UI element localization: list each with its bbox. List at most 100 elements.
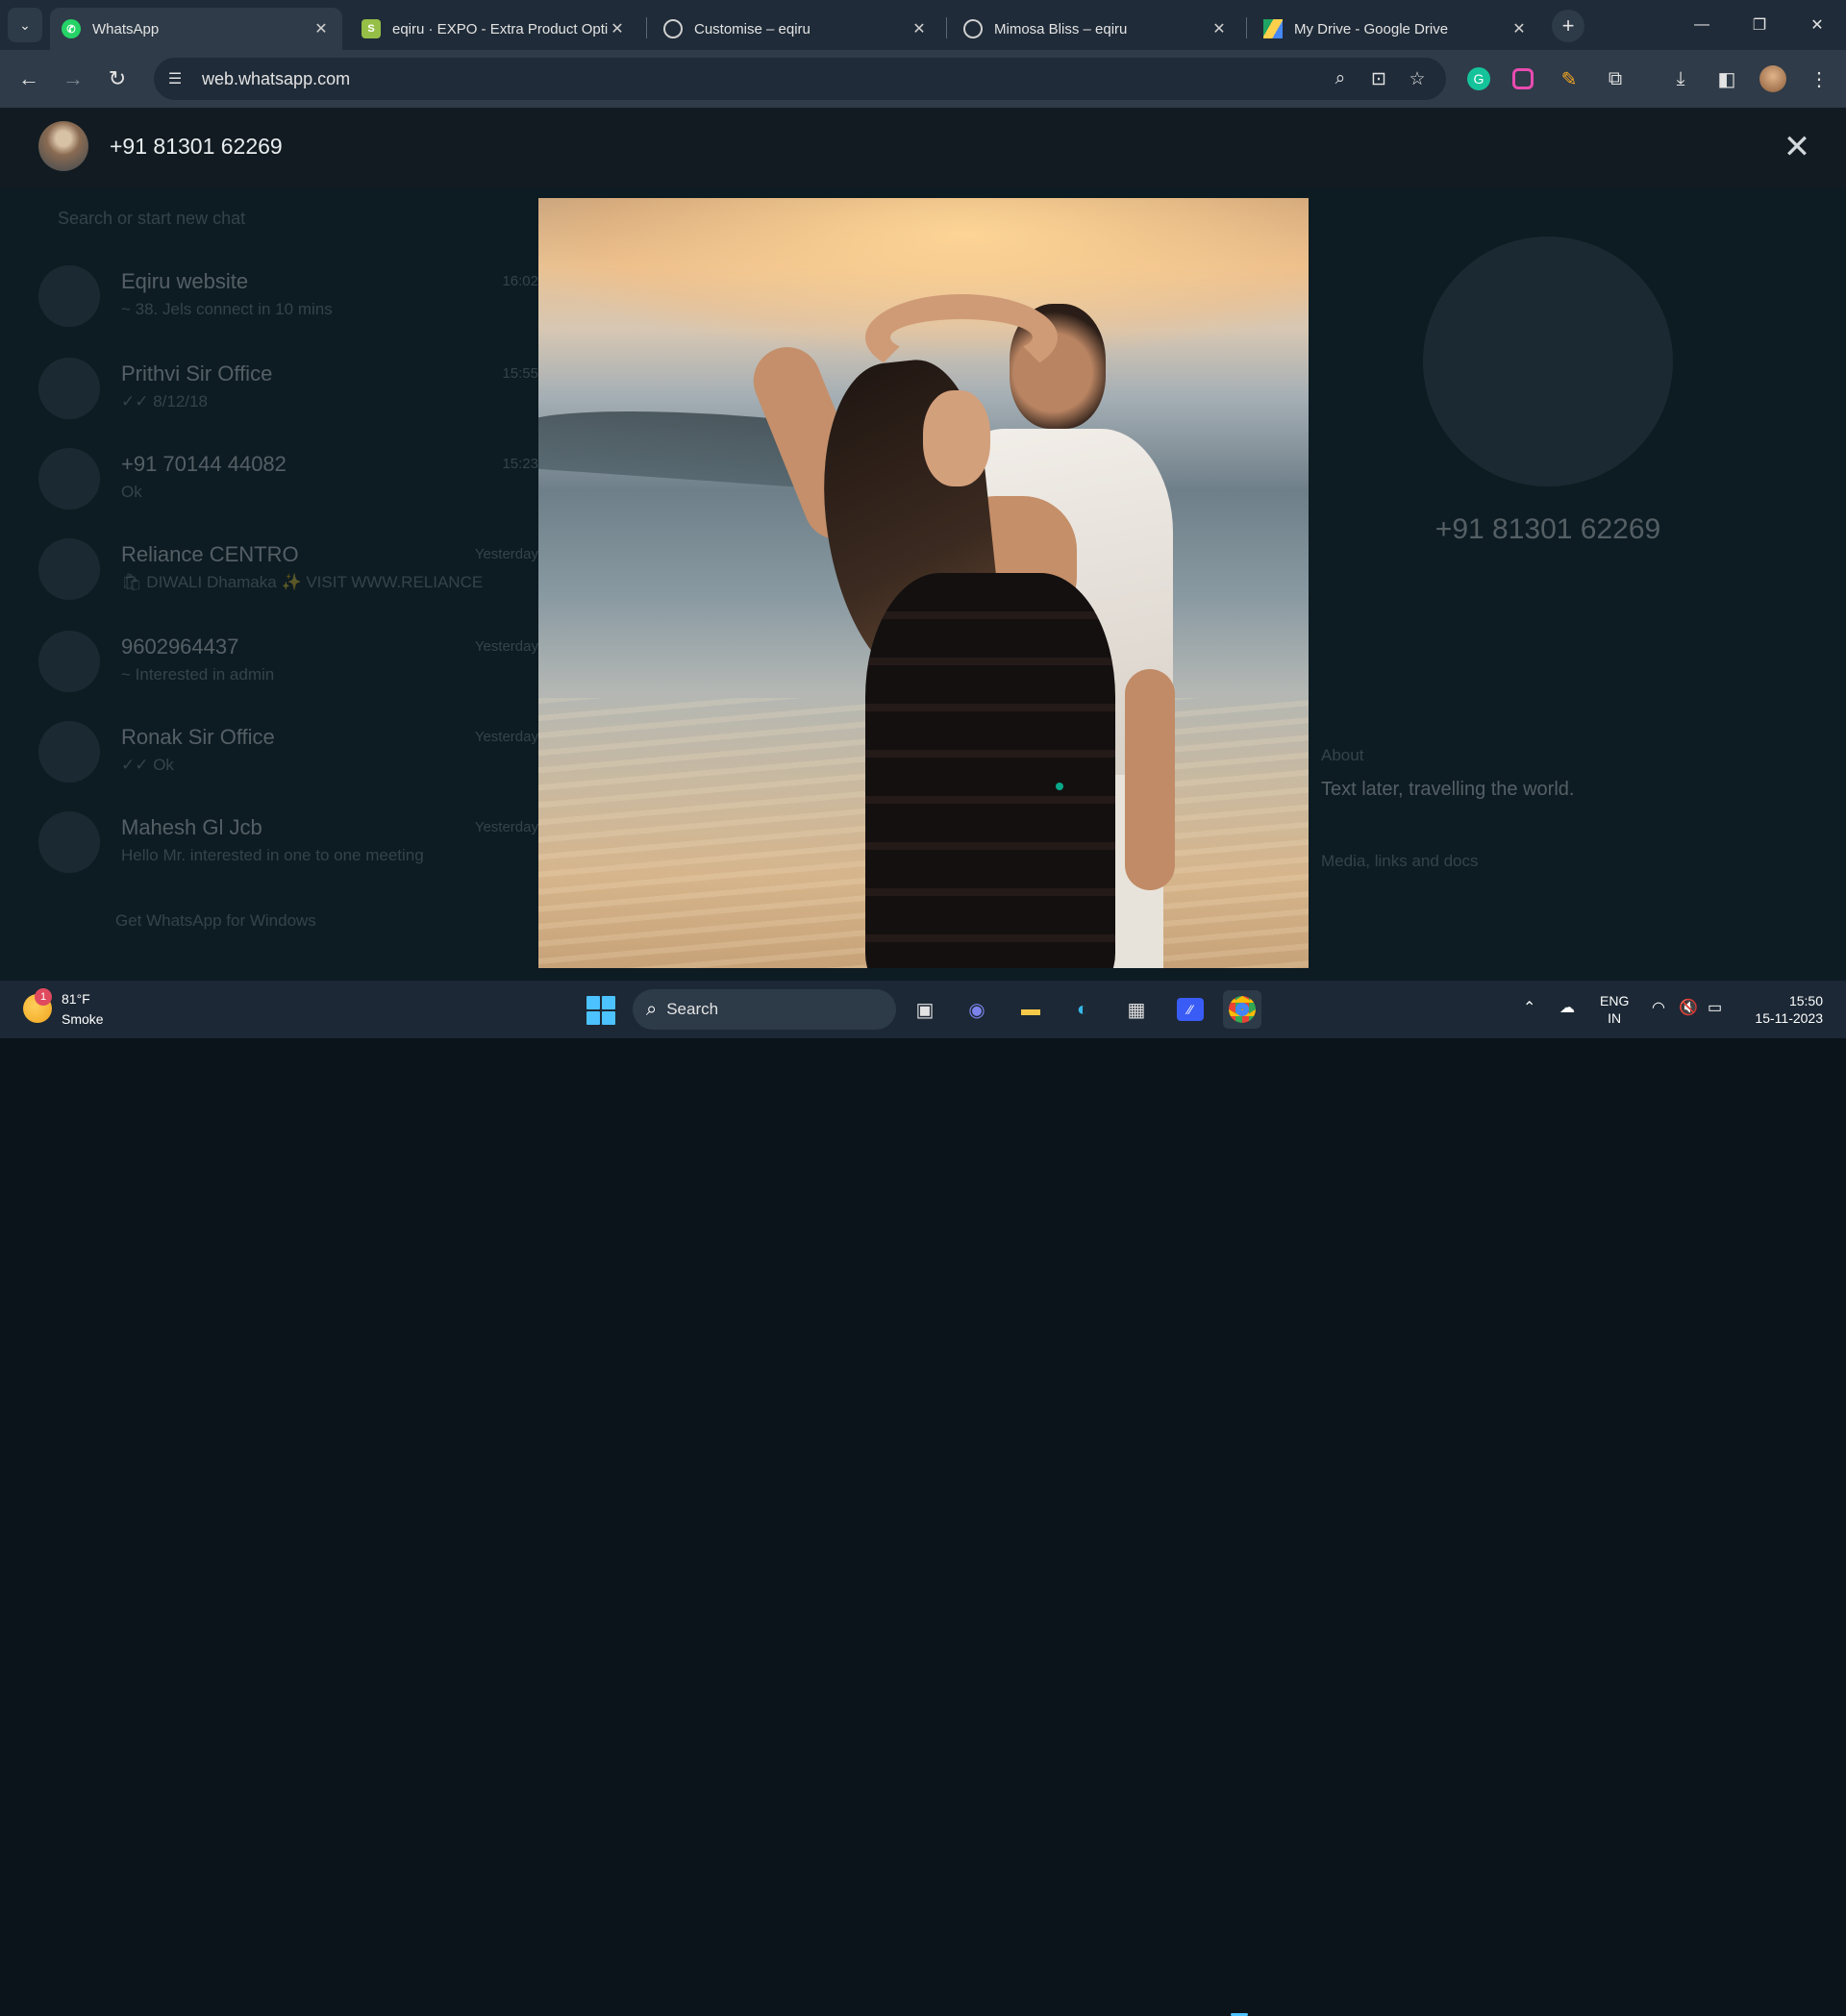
pen-extension-icon[interactable]: ✎ (1554, 63, 1584, 94)
close-icon[interactable]: ✕ (608, 19, 627, 38)
new-tab-button[interactable]: + (1552, 10, 1584, 42)
chat-time: Yesterday (474, 819, 538, 835)
tab-google-drive[interactable]: My Drive - Google Drive ✕ (1252, 8, 1540, 50)
chat-name: Reliance CENTRO (121, 542, 299, 566)
about-label: About (1321, 746, 1364, 764)
arrow-left-icon: ← (18, 66, 39, 90)
tab-search-button[interactable]: ⌄ (8, 8, 42, 42)
minimize-icon: — (1694, 16, 1709, 33)
windows-taskbar: 1 81°F Smoke ⌕ Search ▣ ◉ ▬ ◐ ▦ ⁄⁄ ⌃ ☁ E… (0, 981, 1846, 2016)
chat-preview: ✓✓ 8/12/18 (121, 392, 208, 411)
file-explorer-icon[interactable]: ▬ (1011, 990, 1050, 1029)
wifi-icon[interactable]: ◠ (1652, 998, 1665, 1017)
install-app-icon[interactable]: ⊡ (1360, 60, 1398, 98)
chat-time: Yesterday (474, 546, 538, 562)
close-icon[interactable]: ✕ (1509, 19, 1529, 38)
speaker-muted-icon[interactable]: 🔇 (1679, 998, 1698, 1017)
clock-date: 15-11-2023 (1755, 1010, 1823, 1026)
chat-time: 16:02 (502, 273, 538, 289)
weather-condition[interactable]: Smoke (62, 1011, 104, 1027)
search-icon: ⌕ (646, 998, 658, 1020)
task-view-icon[interactable]: ▣ (906, 990, 944, 1029)
list-item: Eqiru website ~ 38. Jels connect in 10 m… (19, 252, 538, 344)
windows-logo-tile (586, 1011, 600, 1025)
chevron-down-icon: ⌄ (19, 16, 31, 33)
color-picker-extension-icon[interactable] (1508, 63, 1538, 94)
chat-time: 15:55 (502, 365, 538, 382)
plus-icon: + (1561, 13, 1575, 37)
tab-title: My Drive - Google Drive (1294, 20, 1449, 37)
edge-browser-icon[interactable]: ◐ (1063, 990, 1102, 1029)
minimize-button[interactable]: — (1673, 0, 1731, 50)
avatar (38, 811, 100, 873)
viewer-contact-title[interactable]: +91 81301 62269 (110, 134, 283, 160)
black-dress (865, 573, 1115, 968)
language-code: ENG (1600, 993, 1630, 1008)
get-app-link: Get WhatsApp for Windows (115, 911, 316, 930)
avatar (38, 358, 100, 419)
browser-tab-strip: ⌄ ✆ WhatsApp ✕ S eqiru · EXPO - Extra Pr… (0, 0, 1846, 50)
show-hidden-icons-chevron[interactable]: ⌃ (1523, 998, 1535, 1017)
profile-photo (1423, 236, 1673, 486)
profile-avatar[interactable] (1758, 63, 1788, 94)
zoom-search-icon[interactable]: ⌕ (1321, 60, 1360, 98)
teams-chat-icon[interactable]: ◉ (958, 990, 996, 1029)
chat-name: Mahesh Gl Jcb (121, 815, 262, 839)
site-info-icon[interactable]: ☰ (158, 62, 192, 96)
weather-temperature[interactable]: 81°F (62, 991, 90, 1007)
download-icon[interactable]: ⤓ (1665, 63, 1696, 94)
tab-separator (646, 17, 647, 38)
grammarly-extension-icon[interactable]: G (1463, 63, 1494, 94)
windows-logo-tile (586, 996, 600, 1009)
close-icon[interactable]: ✕ (910, 19, 929, 38)
extensions-puzzle-icon[interactable]: ⧉ (1600, 63, 1631, 94)
close-icon[interactable]: ✕ (1210, 19, 1229, 38)
chat-name: Prithvi Sir Office (121, 361, 273, 386)
region-code: IN (1608, 1010, 1622, 1026)
reload-icon: ↻ (108, 66, 127, 90)
list-item: Reliance CENTRO 🛍 DIWALI Dhamaka ✨ VISIT… (19, 525, 538, 617)
tab-title: eqiru · EXPO - Extra Product Optio (392, 20, 608, 37)
restore-button[interactable]: ❐ (1731, 0, 1788, 50)
media-viewer-header: +91 81301 62269 ✕ (0, 108, 1846, 188)
avatar (38, 538, 100, 600)
bookmark-star-icon[interactable]: ☆ (1398, 60, 1436, 98)
tab-whatsapp[interactable]: ✆ WhatsApp ✕ (50, 8, 342, 50)
arrow-right-icon: → (62, 66, 84, 90)
close-window-button[interactable]: ✕ (1788, 0, 1846, 50)
forward-button[interactable]: → (56, 62, 90, 96)
battery-icon[interactable]: ▭ (1708, 998, 1722, 1017)
start-button[interactable] (586, 996, 615, 1025)
language-indicator[interactable]: ENG IN (1600, 992, 1629, 1027)
close-icon[interactable]: ✕ (312, 19, 331, 38)
side-panel-icon[interactable]: ◧ (1711, 63, 1742, 94)
onedrive-icon[interactable]: ☁ (1559, 998, 1575, 1017)
address-bar[interactable]: ☰ web.whatsapp.com ⌕ ⊡ ☆ (154, 58, 1446, 100)
chrome-icon[interactable] (1223, 990, 1261, 1029)
system-clock[interactable]: 15:50 15-11-2023 (1746, 992, 1823, 1027)
tab-mimosa-bliss[interactable]: Mimosa Bliss – eqiru ✕ (952, 8, 1240, 50)
close-viewer-button[interactable]: ✕ (1779, 129, 1815, 165)
chat-preview: ✓✓ Ok (121, 756, 174, 774)
taskbar-search[interactable]: ⌕ Search (633, 989, 896, 1030)
tab-title: Mimosa Bliss – eqiru (994, 20, 1128, 37)
list-item: +91 70144 44082 Ok 15:23 (19, 435, 538, 527)
reload-button[interactable]: ↻ (100, 62, 135, 96)
globe-icon (963, 19, 983, 38)
url-text[interactable]: web.whatsapp.com (202, 69, 1321, 89)
chat-time: 15:23 (502, 456, 538, 472)
list-item: 9602964437 ~ Interested in admin Yesterd… (19, 617, 538, 709)
tab-eqiru-expo[interactable]: S eqiru · EXPO - Extra Product Optio ✕ (350, 8, 638, 50)
microsoft-store-icon[interactable]: ▦ (1117, 990, 1156, 1029)
list-item: Prithvi Sir Office ✓✓ 8/12/18 15:55 (19, 344, 538, 436)
back-button[interactable]: ← (12, 62, 46, 96)
chat-name: Ronak Sir Office (121, 725, 275, 749)
app-pen-icon[interactable]: ⁄⁄ (1171, 990, 1210, 1029)
profile-photo-large (538, 198, 1309, 968)
browser-menu-icon[interactable]: ⋮ (1804, 63, 1834, 94)
chat-preview: Ok (121, 483, 142, 501)
contact-info-dimmed: +91 81301 62269 About Text later, travel… (1308, 188, 1827, 981)
avatar[interactable] (38, 121, 88, 171)
tab-customise[interactable]: Customise – eqiru ✕ (652, 8, 940, 50)
chat-preview: ~ Interested in admin (121, 665, 275, 684)
